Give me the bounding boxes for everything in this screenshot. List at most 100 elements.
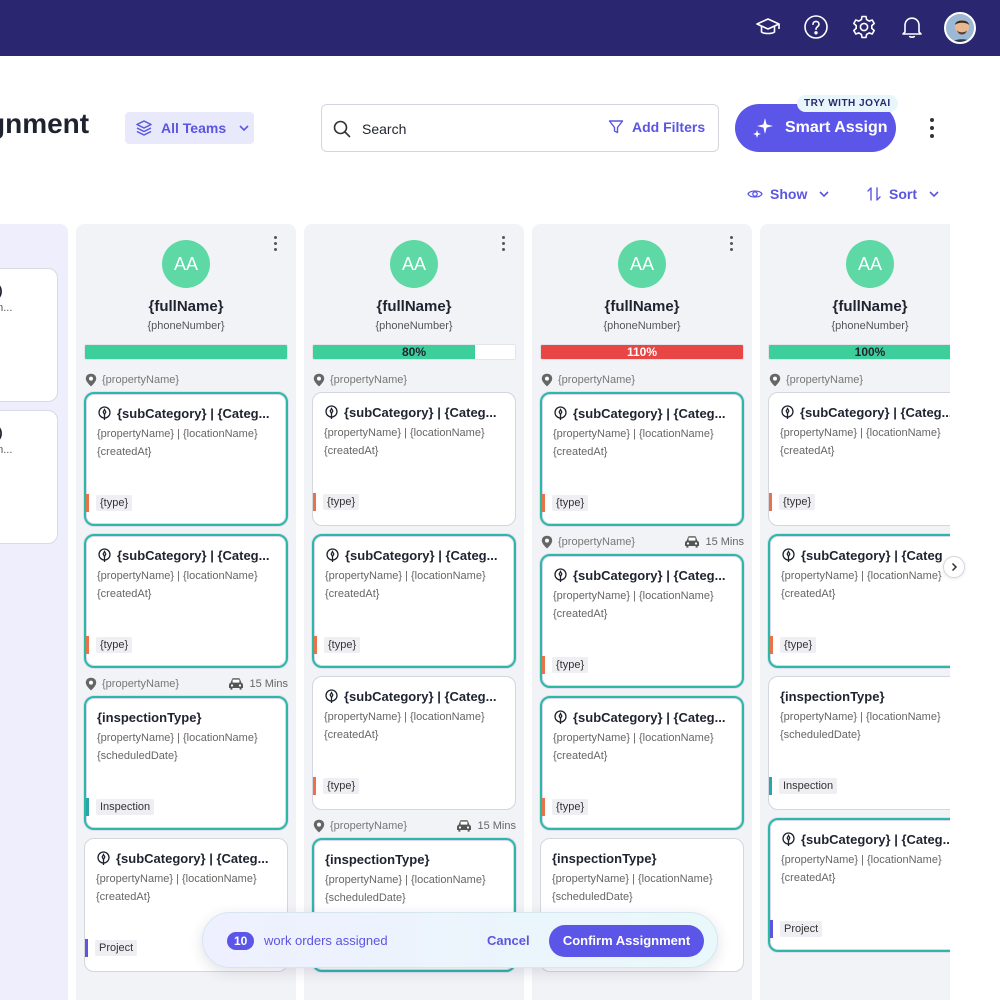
- work-order-title: {subCategory} | {Categ...: [781, 832, 950, 847]
- capacity-label: 100%: [854, 345, 886, 359]
- work-order-card[interactable]: {subCategory} | {Categ... {propertyName} …: [312, 676, 516, 810]
- inspection-card[interactable]: {inspectionType} {propertyName} | {locati…: [768, 676, 950, 810]
- work-order-card[interactable]: {subCategory} | {Categ... {propertyName} …: [768, 818, 950, 952]
- capacity-bar: 100%: [768, 344, 950, 360]
- category-icon: [98, 548, 111, 562]
- travel-time-label: 15 Mins: [705, 536, 744, 548]
- partial-card-subtitle: on...: [0, 444, 13, 456]
- type-color-indicator: [769, 493, 772, 511]
- category-icon: [554, 568, 567, 582]
- assignment-board: y) on... y) on... AA {fullName} {phoneNumb…: [0, 224, 950, 1000]
- work-order-title-text: {subCategory} | {Categ...: [117, 548, 270, 563]
- technician-phone: {phoneNumber}: [375, 320, 453, 332]
- help-icon[interactable]: [801, 12, 831, 42]
- work-order-date: {scheduledDate}: [325, 892, 406, 904]
- show-dropdown[interactable]: Show: [747, 186, 830, 202]
- work-order-date: {createdAt}: [553, 750, 608, 762]
- work-order-title-text: {subCategory} | {Categ...: [573, 710, 726, 725]
- bell-icon[interactable]: [897, 12, 927, 42]
- work-order-date: {createdAt}: [324, 445, 379, 457]
- work-order-card[interactable]: {subCategory} | {Categ {propertyName} | {…: [768, 534, 950, 668]
- type-tag: Inspection: [96, 799, 155, 815]
- work-order-location: {propertyName} | {locationName}: [553, 590, 714, 602]
- category-icon: [782, 548, 795, 562]
- work-order-date: {createdAt}: [553, 446, 608, 458]
- confirm-assignment-button[interactable]: Confirm Assignment: [549, 925, 704, 957]
- team-select-dropdown[interactable]: All Teams: [125, 112, 254, 144]
- property-name: {propertyName}: [330, 820, 408, 832]
- search-input[interactable]: [362, 117, 602, 141]
- inspection-card[interactable]: {inspectionType} {propertyName} | {locati…: [84, 696, 288, 830]
- technician-phone: {phoneNumber}: [603, 320, 681, 332]
- work-order-card[interactable]: {subCategory} | {Categ... {propertyName} …: [84, 392, 288, 526]
- travel-time-label: 15 Mins: [477, 820, 516, 832]
- top-navigation-bar: [0, 0, 1000, 56]
- capacity-bar: [84, 344, 288, 360]
- type-color-indicator: [314, 636, 317, 654]
- property-name: {propertyName}: [558, 374, 636, 386]
- type-tag: Project: [95, 940, 138, 956]
- capacity-label: 110%: [626, 345, 658, 359]
- property-group-header: {propertyName}: [84, 372, 288, 388]
- more-options-button[interactable]: [920, 112, 944, 144]
- location-pin-icon: [313, 373, 325, 387]
- work-order-date: {scheduledDate}: [780, 729, 861, 741]
- work-order-title-text: {subCategory} | {Categ...: [344, 405, 497, 420]
- property-group-header: {propertyName}: [312, 372, 516, 388]
- smart-assign-label: Smart Assign: [785, 119, 888, 136]
- work-order-card[interactable]: {subCategory} | {Categ... {propertyName} …: [540, 696, 744, 830]
- type-tag: {type}: [96, 495, 133, 511]
- work-order-card[interactable]: {subCategory} | {Categ... {propertyName} …: [768, 392, 950, 526]
- assignment-summary-bar: 10 work orders assigned Cancel Confirm A…: [202, 912, 718, 968]
- type-tag: {type}: [552, 495, 589, 511]
- work-order-title-text: {subCategory} | {Categ...: [573, 406, 726, 421]
- category-icon: [325, 405, 338, 419]
- work-order-title: {subCategory} | {Categ...: [97, 406, 285, 421]
- type-tag: Project: [780, 921, 823, 937]
- work-order-title-text: {inspectionType}: [552, 851, 657, 866]
- work-order-date: {createdAt}: [97, 588, 152, 600]
- type-color-indicator: [542, 656, 545, 674]
- work-order-location: {propertyName} | {locationName}: [97, 570, 258, 582]
- work-order-title-text: {inspectionType}: [325, 852, 430, 867]
- team-select-label: All Teams: [161, 120, 227, 136]
- location-pin-icon: [85, 373, 97, 387]
- graduation-cap-icon[interactable]: [753, 12, 783, 42]
- add-filters-button[interactable]: Add Filters: [608, 119, 705, 135]
- work-order-title-text: {subCategory} | {Categ...: [801, 832, 950, 847]
- work-order-title-text: {subCategory} | {Categ...: [800, 405, 950, 420]
- partial-card[interactable]: y) on...: [0, 410, 58, 544]
- work-order-location: {propertyName} | {locationName}: [780, 427, 941, 439]
- work-order-date: {createdAt}: [97, 446, 152, 458]
- column-more-button[interactable]: [726, 236, 736, 254]
- work-order-date: {createdAt}: [781, 872, 836, 884]
- partial-card[interactable]: y) on...: [0, 268, 58, 402]
- travel-time: 15 Mins: [456, 819, 516, 833]
- type-color-indicator: [85, 939, 88, 957]
- work-order-title: {subCategory} | {Categ...: [553, 406, 741, 421]
- technician-name: {fullName}: [604, 298, 680, 315]
- chevron-down-icon: [819, 191, 829, 198]
- technician-avatar: AA: [162, 240, 210, 288]
- cancel-button[interactable]: Cancel: [487, 933, 530, 948]
- technician-name: {fullName}: [148, 298, 224, 315]
- work-order-card[interactable]: {subCategory} | {Categ... {propertyName} …: [84, 534, 288, 668]
- type-color-indicator: [769, 777, 772, 795]
- sort-dropdown[interactable]: Sort: [866, 186, 940, 202]
- column-more-button[interactable]: [270, 236, 280, 254]
- work-order-card[interactable]: {subCategory} | {Categ... {propertyName} …: [540, 392, 744, 526]
- assigned-text: work orders assigned: [264, 933, 388, 948]
- chevron-down-icon: [239, 125, 249, 132]
- work-order-card[interactable]: {subCategory} | {Categ... {propertyName} …: [540, 554, 744, 688]
- work-order-card[interactable]: {subCategory} | {Categ... {propertyName} …: [312, 534, 516, 668]
- technician-name: {fullName}: [376, 298, 452, 315]
- user-avatar[interactable]: [944, 12, 976, 44]
- partial-card-subtitle: on...: [0, 302, 13, 314]
- layers-icon: [136, 120, 152, 136]
- property-group-header: {propertyName} 15 Mins: [540, 534, 744, 550]
- technician-phone: {phoneNumber}: [831, 320, 909, 332]
- gear-icon[interactable]: [849, 12, 879, 42]
- scroll-right-button[interactable]: [943, 556, 965, 578]
- column-more-button[interactable]: [498, 236, 508, 254]
- work-order-card[interactable]: {subCategory} | {Categ... {propertyName} …: [312, 392, 516, 526]
